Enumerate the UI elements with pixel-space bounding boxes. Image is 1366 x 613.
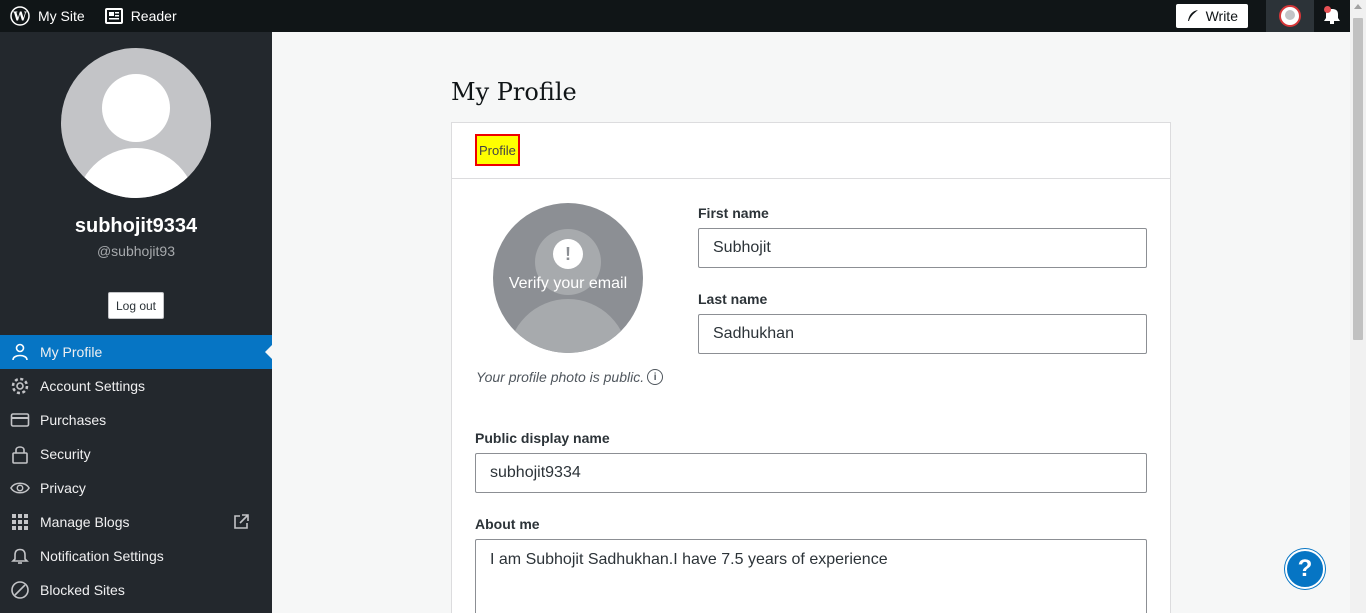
about-me-textarea[interactable]: I am Subhojit Sadhukhan.I have 7.5 years…: [475, 539, 1147, 613]
sidebar-item-label: Purchases: [40, 412, 107, 428]
sidebar-username: subhojit9334: [74, 215, 198, 237]
first-name-field[interactable]: Subhojit: [698, 228, 1147, 268]
reader-button[interactable]: Reader: [95, 0, 187, 32]
sidebar-item-notification-settings[interactable]: Notification Settings: [0, 539, 272, 573]
photo-note: Your profile photo is public. i: [476, 369, 664, 385]
my-site-label: My Site: [38, 8, 85, 24]
sidebar-item-label: Privacy: [40, 480, 86, 496]
credit-card-icon: [10, 410, 30, 430]
sidebar-item-manage-blogs[interactable]: Manage Blogs: [0, 505, 272, 539]
first-name-label: First name: [698, 205, 769, 221]
alert-icon: !: [553, 239, 583, 269]
my-site-button[interactable]: W My Site: [0, 0, 95, 32]
eye-icon: [10, 478, 30, 498]
logout-button[interactable]: Log out: [108, 292, 164, 319]
masterbar: W My Site Reader Write: [0, 0, 1350, 32]
write-label: Write: [1205, 8, 1238, 24]
sidebar-item-purchases[interactable]: Purchases: [0, 403, 272, 437]
profile-avatar: [61, 48, 211, 198]
display-name-label: Public display name: [475, 430, 610, 446]
page-scrollbar[interactable]: [1350, 0, 1366, 613]
sidebar-item-privacy[interactable]: Privacy: [0, 471, 272, 505]
info-icon[interactable]: i: [647, 369, 664, 385]
external-link-icon: [232, 513, 250, 534]
reader-label: Reader: [130, 8, 177, 24]
sidebar-item-label: My Profile: [40, 344, 103, 360]
sidebar-item-label: Security: [40, 446, 91, 462]
sidebar-item-security[interactable]: Security: [0, 437, 272, 471]
gear-icon: [10, 376, 30, 396]
sidebar-item-label: Blocked Sites: [40, 582, 125, 598]
feather-icon: [1187, 10, 1198, 21]
help-button[interactable]: ?: [1285, 549, 1325, 589]
bell-icon: [10, 546, 30, 566]
sidebar-item-label: Account Settings: [40, 378, 146, 394]
page-title: My Profile: [451, 78, 577, 106]
card-header: Profile: [452, 123, 1170, 179]
last-name-field[interactable]: Sadhukhan: [698, 314, 1147, 354]
grid-icon: [10, 512, 30, 532]
verify-email-label: Verify your email: [508, 275, 628, 292]
write-button[interactable]: Write: [1175, 4, 1248, 28]
wordpress-logo-icon: W: [10, 6, 30, 26]
lock-icon: [10, 444, 30, 464]
svg-text:W: W: [12, 10, 27, 24]
sidebar-item-label: Manage Blogs: [40, 514, 130, 530]
gravatar-upload[interactable]: ! Verify your email: [493, 203, 643, 353]
profile-card: Profile ! Verify your email Your profile…: [451, 122, 1171, 613]
sidebar-item-label: Notification Settings: [40, 548, 164, 564]
avatar: [1279, 5, 1301, 27]
sidebar-item-account-settings[interactable]: Account Settings: [0, 369, 272, 403]
about-me-label: About me: [475, 516, 540, 532]
notification-dot: [1324, 6, 1331, 13]
blocked-icon: [10, 580, 30, 600]
sidebar-item-blocked-sites[interactable]: Blocked Sites: [0, 573, 272, 607]
person-icon: [10, 342, 30, 362]
scroll-up-arrow-icon[interactable]: [1354, 4, 1362, 9]
last-name-label: Last name: [698, 291, 768, 307]
notifications-button[interactable]: [1314, 0, 1350, 32]
reader-icon: [104, 8, 123, 24]
sidebar-nav: My Profile Account Settings Purchases Se…: [0, 335, 272, 607]
photo-note-text: Your profile photo is public.: [476, 369, 645, 385]
sidebar: subhojit9334 @subhojit93 Log out My Prof…: [0, 32, 272, 613]
sidebar-item-my-profile[interactable]: My Profile: [0, 335, 272, 369]
sidebar-handle: @subhojit93: [96, 243, 176, 259]
display-name-field[interactable]: subhojit9334: [475, 453, 1147, 493]
user-avatar-button[interactable]: [1266, 0, 1314, 32]
tab-profile[interactable]: Profile: [475, 134, 520, 166]
scroll-thumb[interactable]: [1353, 18, 1363, 340]
